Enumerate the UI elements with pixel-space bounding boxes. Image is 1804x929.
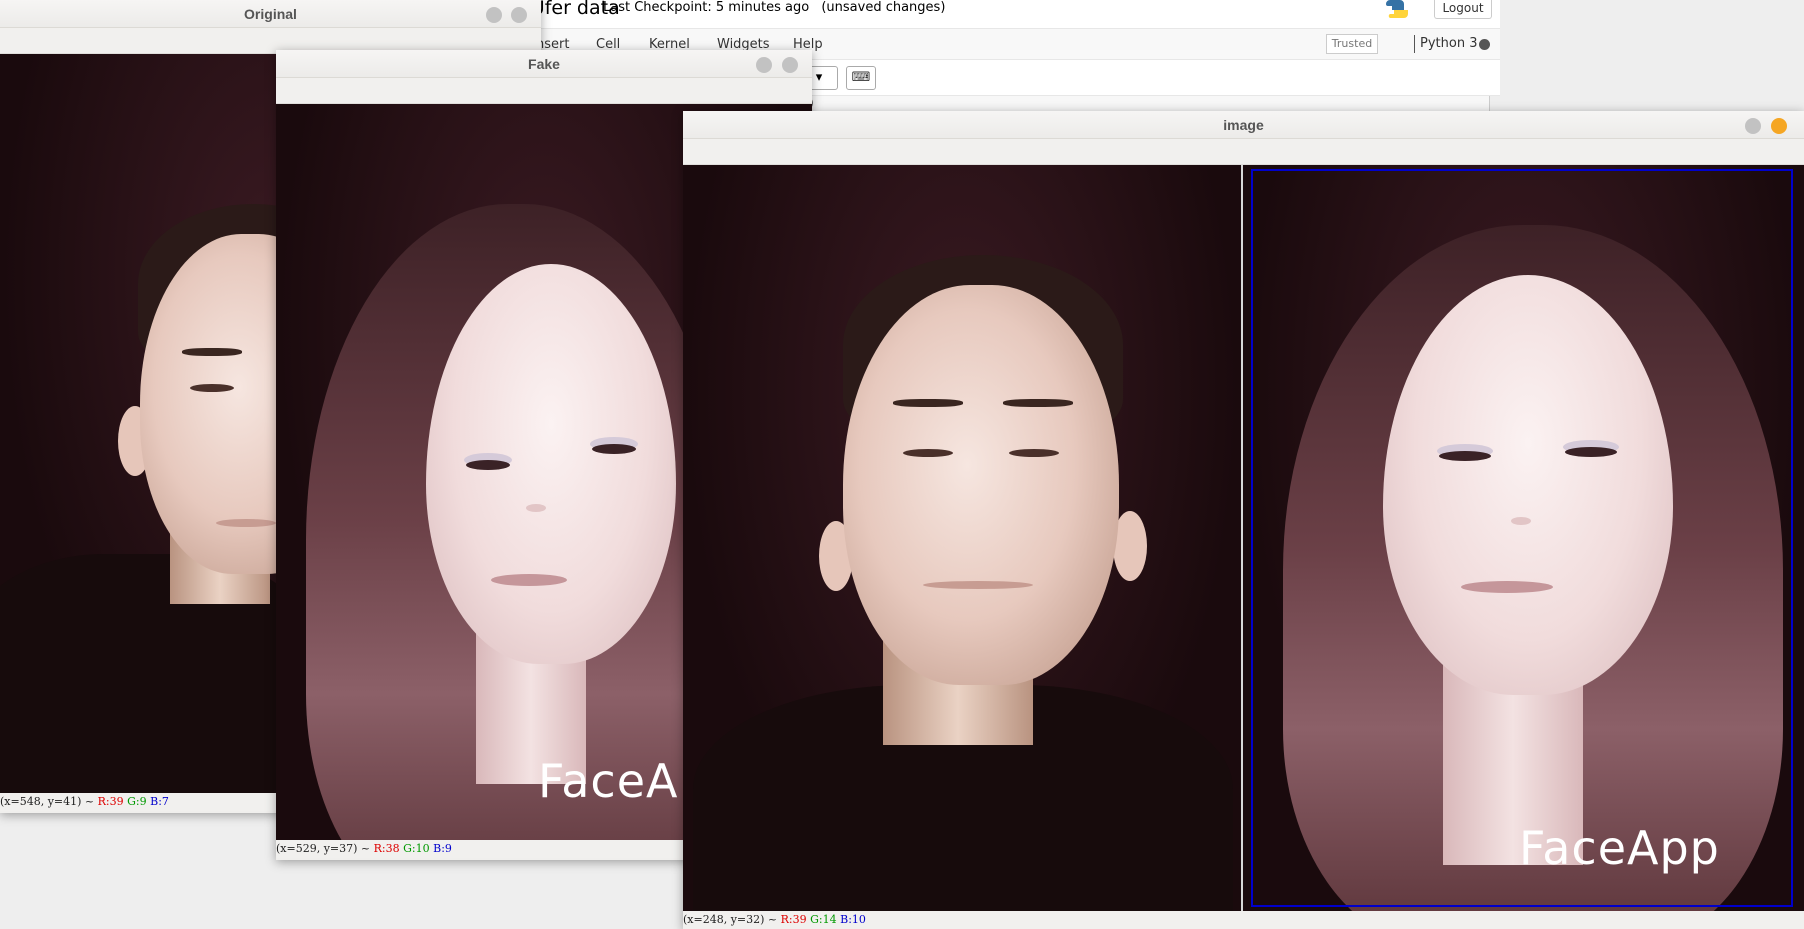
pixel-red: R:39: [97, 795, 124, 808]
close-icon[interactable]: [511, 7, 527, 23]
pixel-red: R:39: [780, 913, 807, 926]
eye-shape: [903, 449, 953, 457]
faceapp-watermark: FaceA: [538, 754, 679, 808]
kernel-name: Python 3: [1420, 36, 1478, 51]
checkpoint-text: Last Checkpoint: 5 minutes ago: [603, 0, 810, 15]
cursor-coords: (x=529, y=37) ~: [276, 842, 371, 855]
image-canvas[interactable]: FaceApp: [683, 165, 1804, 911]
fake-titlebar[interactable]: Fake: [276, 50, 812, 78]
eye-shape: [1009, 449, 1059, 457]
checkpoint-status: Last Checkpoint: 5 minutes ago (unsaved …: [603, 0, 953, 15]
image-statusbar: (x=248, y=32) ~ R:39 G:14 B:10: [683, 911, 1804, 929]
face-shape: [843, 285, 1119, 685]
keyboard-shortcuts-button[interactable]: ⌨: [846, 66, 876, 90]
pixel-green: G:10: [403, 842, 430, 855]
minimize-icon[interactable]: [756, 57, 772, 73]
lip-shape: [491, 574, 567, 586]
image-window-title: image: [1223, 117, 1264, 133]
eye-shape: [466, 460, 510, 470]
detection-box: [1251, 169, 1793, 907]
minimize-icon[interactable]: [1745, 118, 1761, 134]
eye-shape: [190, 384, 234, 392]
pixel-blue: B:10: [840, 913, 866, 926]
cursor-coords: (x=548, y=41) ~: [0, 795, 95, 808]
unsaved-changes-text: (unsaved changes): [821, 0, 946, 15]
image-titlebar[interactable]: image: [683, 111, 1804, 139]
nose-shape: [526, 504, 546, 512]
pixel-blue: B:9: [433, 842, 452, 855]
pixel-blue: B:7: [150, 795, 169, 808]
original-titlebar[interactable]: Original: [0, 0, 541, 28]
pixel-green: G:9: [127, 795, 147, 808]
eyebrow-shape: [1003, 399, 1073, 407]
image-toolbar: [683, 139, 1804, 165]
image-window[interactable]: image FaceApp (x=248, y=32) ~ R:39 G:14 …: [683, 111, 1804, 929]
fake-toolbar: [276, 78, 812, 104]
trusted-indicator[interactable]: Trusted: [1326, 34, 1378, 54]
kernel-separator: [1414, 35, 1415, 53]
pixel-red: R:38: [373, 842, 400, 855]
original-window-title: Original: [244, 6, 297, 22]
eyebrow-shape: [893, 399, 963, 407]
minimize-icon[interactable]: [486, 7, 502, 23]
kernel-status-icon: [1479, 39, 1490, 50]
pixel-green: G:14: [810, 913, 837, 926]
eyebrow-shape: [182, 348, 242, 356]
eye-shape: [592, 444, 636, 454]
fake-window-title: Fake: [528, 56, 560, 72]
logout-button[interactable]: Logout: [1434, 0, 1492, 19]
python-logo-icon: [1386, 0, 1408, 18]
combined-original-photo: [683, 165, 1241, 911]
close-icon[interactable]: [782, 57, 798, 73]
cursor-coords: (x=248, y=32) ~: [683, 913, 778, 926]
close-icon[interactable]: [1771, 118, 1787, 134]
lip-shape: [923, 581, 1033, 589]
sweater-shape: [0, 554, 320, 793]
lip-shape: [216, 519, 276, 527]
